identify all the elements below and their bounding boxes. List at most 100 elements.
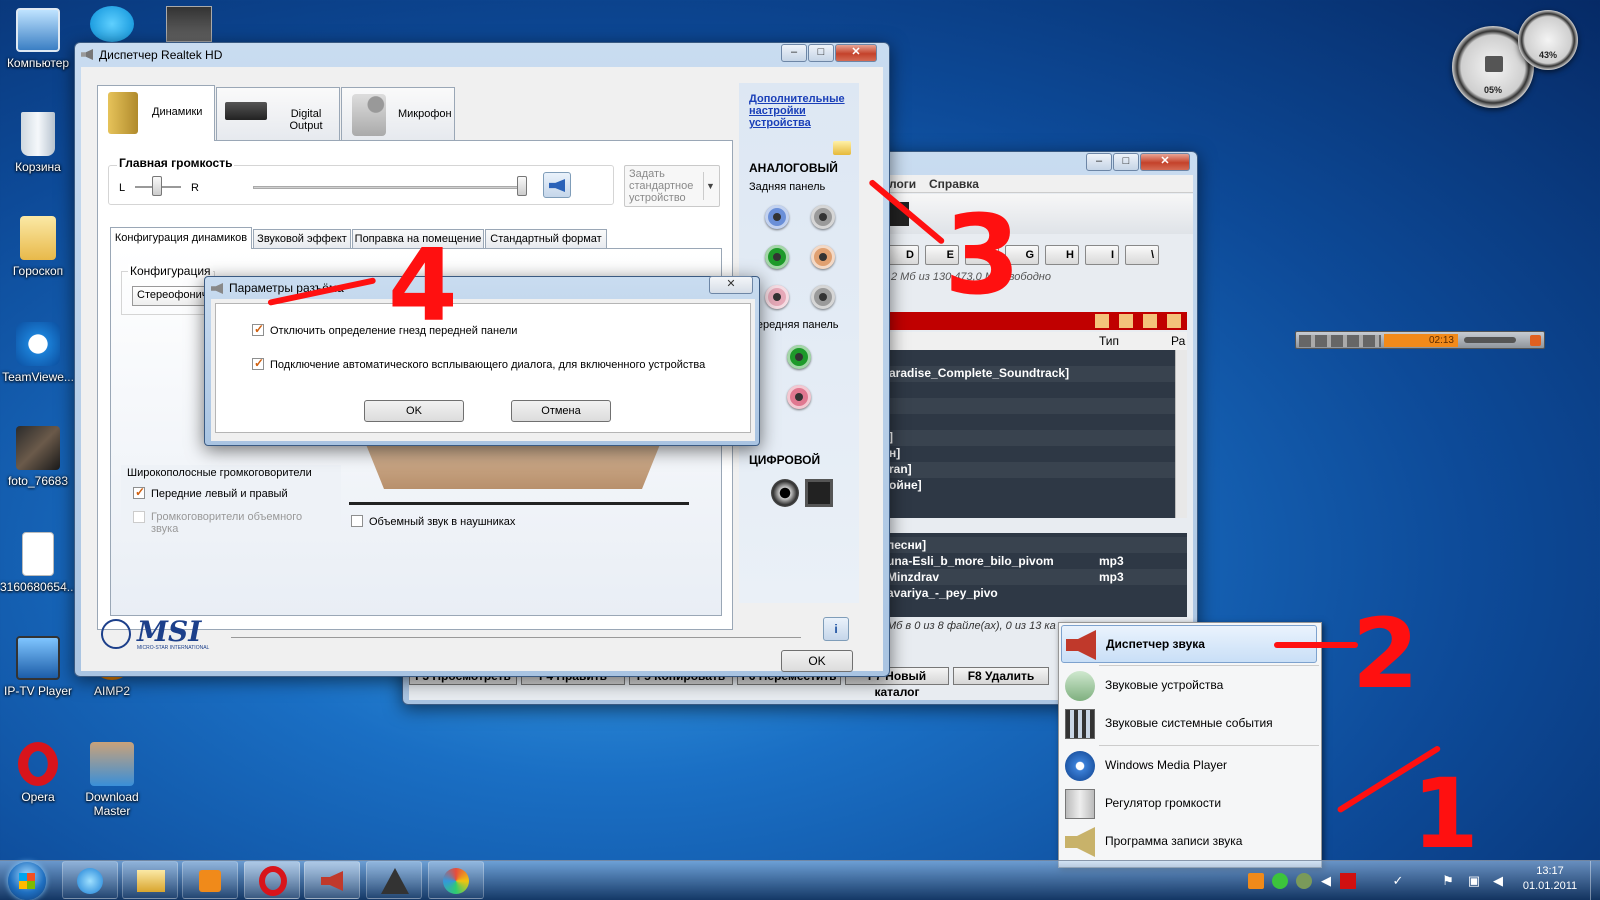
desktop-icon-horoscope[interactable]: Гороскоп xyxy=(0,216,76,278)
checkbox[interactable] xyxy=(351,515,363,527)
file-row[interactable]: aradise_Complete_Soundtrack] xyxy=(885,366,1175,382)
jack-rear-pink[interactable] xyxy=(765,285,789,309)
drive-button[interactable]: I xyxy=(1085,245,1119,265)
file-list-scrollbar[interactable] xyxy=(1175,350,1187,518)
taskbar-opera[interactable] xyxy=(244,861,300,899)
tray-media-icon[interactable] xyxy=(1248,873,1264,889)
show-desktop-button[interactable] xyxy=(1590,861,1600,900)
dialog-ok-button[interactable]: OK xyxy=(364,400,464,422)
sound-context-menu[interactable]: Диспетчер звука Звуковые устройства Звук… xyxy=(1058,622,1322,868)
desktop-icon-photo[interactable]: foto_76683 xyxy=(0,426,76,488)
desktop-icon-iptv[interactable]: IP-TV Player xyxy=(0,636,76,698)
coaxial-jack-icon[interactable] xyxy=(771,479,799,507)
tray-speaker-icon[interactable]: ◀ xyxy=(1318,873,1334,889)
taskbar-paint[interactable] xyxy=(428,861,484,899)
balance-slider[interactable] xyxy=(152,176,162,196)
close-button[interactable]: ✕ xyxy=(1140,153,1190,171)
drive-button[interactable]: H xyxy=(1045,245,1079,265)
file-row[interactable]: н] xyxy=(885,446,1175,462)
menu-item-sound-recorder[interactable]: Программа записи звука xyxy=(1061,823,1317,861)
file-row[interactable]: ran] xyxy=(885,462,1175,478)
tab-speaker-config[interactable]: Конфигурация динамиков xyxy=(110,227,252,249)
player-controls[interactable] xyxy=(1299,335,1381,347)
tray-flag-icon[interactable]: ⚑ xyxy=(1440,873,1456,889)
panel-tool-icons[interactable] xyxy=(1095,314,1185,328)
file-row[interactable]: Minzdrav mp3 xyxy=(885,569,1187,585)
tray-volume-icon[interactable]: ◀ xyxy=(1490,873,1506,889)
front-lr-checkbox[interactable]: Передние левый и правый xyxy=(133,485,288,500)
file-row[interactable]: песни] xyxy=(885,537,1187,553)
minimize-button[interactable]: – xyxy=(1086,153,1112,171)
jack-rear-gray-1[interactable] xyxy=(811,205,835,229)
dialog-cancel-button[interactable]: Отмена xyxy=(511,400,611,422)
disable-front-detect-checkbox[interactable]: Отключить определение гнезд передней пан… xyxy=(252,322,517,337)
advanced-settings-link[interactable]: Дополнительные настройки устройства xyxy=(749,93,849,129)
file-row[interactable]: ] xyxy=(885,430,1175,446)
jack-rear-green[interactable] xyxy=(765,245,789,269)
mute-button[interactable] xyxy=(543,172,571,198)
clock[interactable]: 13:17 01.01.2011 xyxy=(1520,864,1580,894)
config-dropdown[interactable]: Стереофонический xyxy=(132,286,214,306)
menu-item-sound-devices[interactable]: Звуковые устройства xyxy=(1061,667,1317,705)
taskbar-realtek[interactable] xyxy=(304,861,360,899)
function-key-button[interactable]: F8 Удалить xyxy=(953,667,1049,685)
tab-digital-output[interactable]: Digital Output xyxy=(216,87,340,141)
checkbox[interactable] xyxy=(133,485,145,499)
desktop-icon-download-master[interactable]: Download Master xyxy=(74,742,150,818)
menu-item-system-sounds[interactable]: Звуковые системные события xyxy=(1061,705,1317,743)
desktop-icon-teamviewer[interactable]: TeamViewe... xyxy=(0,322,76,384)
tab-speakers[interactable]: Динамики xyxy=(97,85,215,141)
surround-speakers-checkbox[interactable]: Громкоговорители объемного звука xyxy=(133,511,323,535)
tab-microphone[interactable]: Микрофон xyxy=(341,87,455,141)
tray-green-icon[interactable] xyxy=(1272,873,1288,889)
close-button[interactable]: ✕ xyxy=(709,276,753,294)
jack-front-green[interactable] xyxy=(787,345,811,369)
volume-slider[interactable] xyxy=(1464,337,1516,343)
file-row[interactable] xyxy=(885,398,1175,414)
tab-sound-effect[interactable]: Звуковой эффект xyxy=(253,229,351,249)
maximize-button[interactable]: □ xyxy=(808,44,834,62)
skype-icon[interactable] xyxy=(90,6,134,42)
auto-popup-checkbox[interactable]: Подключение автоматического всплывающего… xyxy=(252,356,705,371)
file-list-bottom[interactable]: песни] una-Esli_b_more_bilo_pivom mp3 Minzd… xyxy=(885,533,1187,617)
tab-default-format[interactable]: Стандартный формат xyxy=(485,229,607,249)
file-row[interactable]: una-Esli_b_more_bilo_pivom mp3 xyxy=(885,553,1187,569)
app-thumbnail-icon[interactable] xyxy=(166,6,212,42)
jack-rear-blue[interactable] xyxy=(765,205,789,229)
desktop-icon-computer[interactable]: Компьютер xyxy=(0,8,76,70)
tray-network-icon[interactable] xyxy=(1296,873,1312,889)
volume-slider[interactable] xyxy=(517,176,527,196)
taskbar-ie[interactable] xyxy=(62,861,118,899)
set-default-button[interactable]: Задать стандартное устройство ▼ xyxy=(624,165,720,207)
jack-rear-orange[interactable] xyxy=(811,245,835,269)
info-button[interactable]: i xyxy=(823,617,849,641)
folder-icon[interactable] xyxy=(833,141,851,155)
headphone-surround-checkbox[interactable]: Объемный звук в наушниках xyxy=(351,515,515,528)
start-button[interactable] xyxy=(8,862,46,900)
column-size[interactable]: Ра xyxy=(1171,334,1185,348)
close-button[interactable]: ✕ xyxy=(835,44,877,62)
tray-network-status-icon[interactable]: ▣ xyxy=(1466,873,1482,889)
menu-item-help[interactable]: Справка xyxy=(929,177,979,191)
checkbox[interactable] xyxy=(252,356,264,370)
optical-jack-icon[interactable] xyxy=(805,479,833,507)
file-row[interactable] xyxy=(885,414,1175,430)
checkbox[interactable] xyxy=(252,322,264,336)
drive-button[interactable]: \ xyxy=(1125,245,1159,265)
desktop-icon-recycle-bin[interactable]: Корзина xyxy=(0,112,76,174)
close-icon[interactable] xyxy=(1530,335,1541,346)
desktop-icon-opera[interactable]: Opera xyxy=(0,742,76,804)
menu-item-logs[interactable]: логи xyxy=(889,177,916,191)
checkbox[interactable] xyxy=(133,511,145,523)
file-row[interactable] xyxy=(885,382,1175,398)
maximize-button[interactable]: □ xyxy=(1113,153,1139,171)
taskbar-app[interactable] xyxy=(366,861,422,899)
jack-front-pink[interactable] xyxy=(787,385,811,409)
tray-tool-icon[interactable]: ✓ xyxy=(1390,873,1406,889)
taskbar-media[interactable] xyxy=(182,861,238,899)
menu-item-volume-control[interactable]: Регулятор громкости xyxy=(1061,785,1317,823)
taskbar-explorer[interactable] xyxy=(122,861,178,899)
mini-player[interactable]: 02:13 xyxy=(1295,331,1545,349)
file-row[interactable]: avariya_-_pey_pivo xyxy=(885,585,1187,601)
tray-red-icon[interactable] xyxy=(1340,873,1356,889)
